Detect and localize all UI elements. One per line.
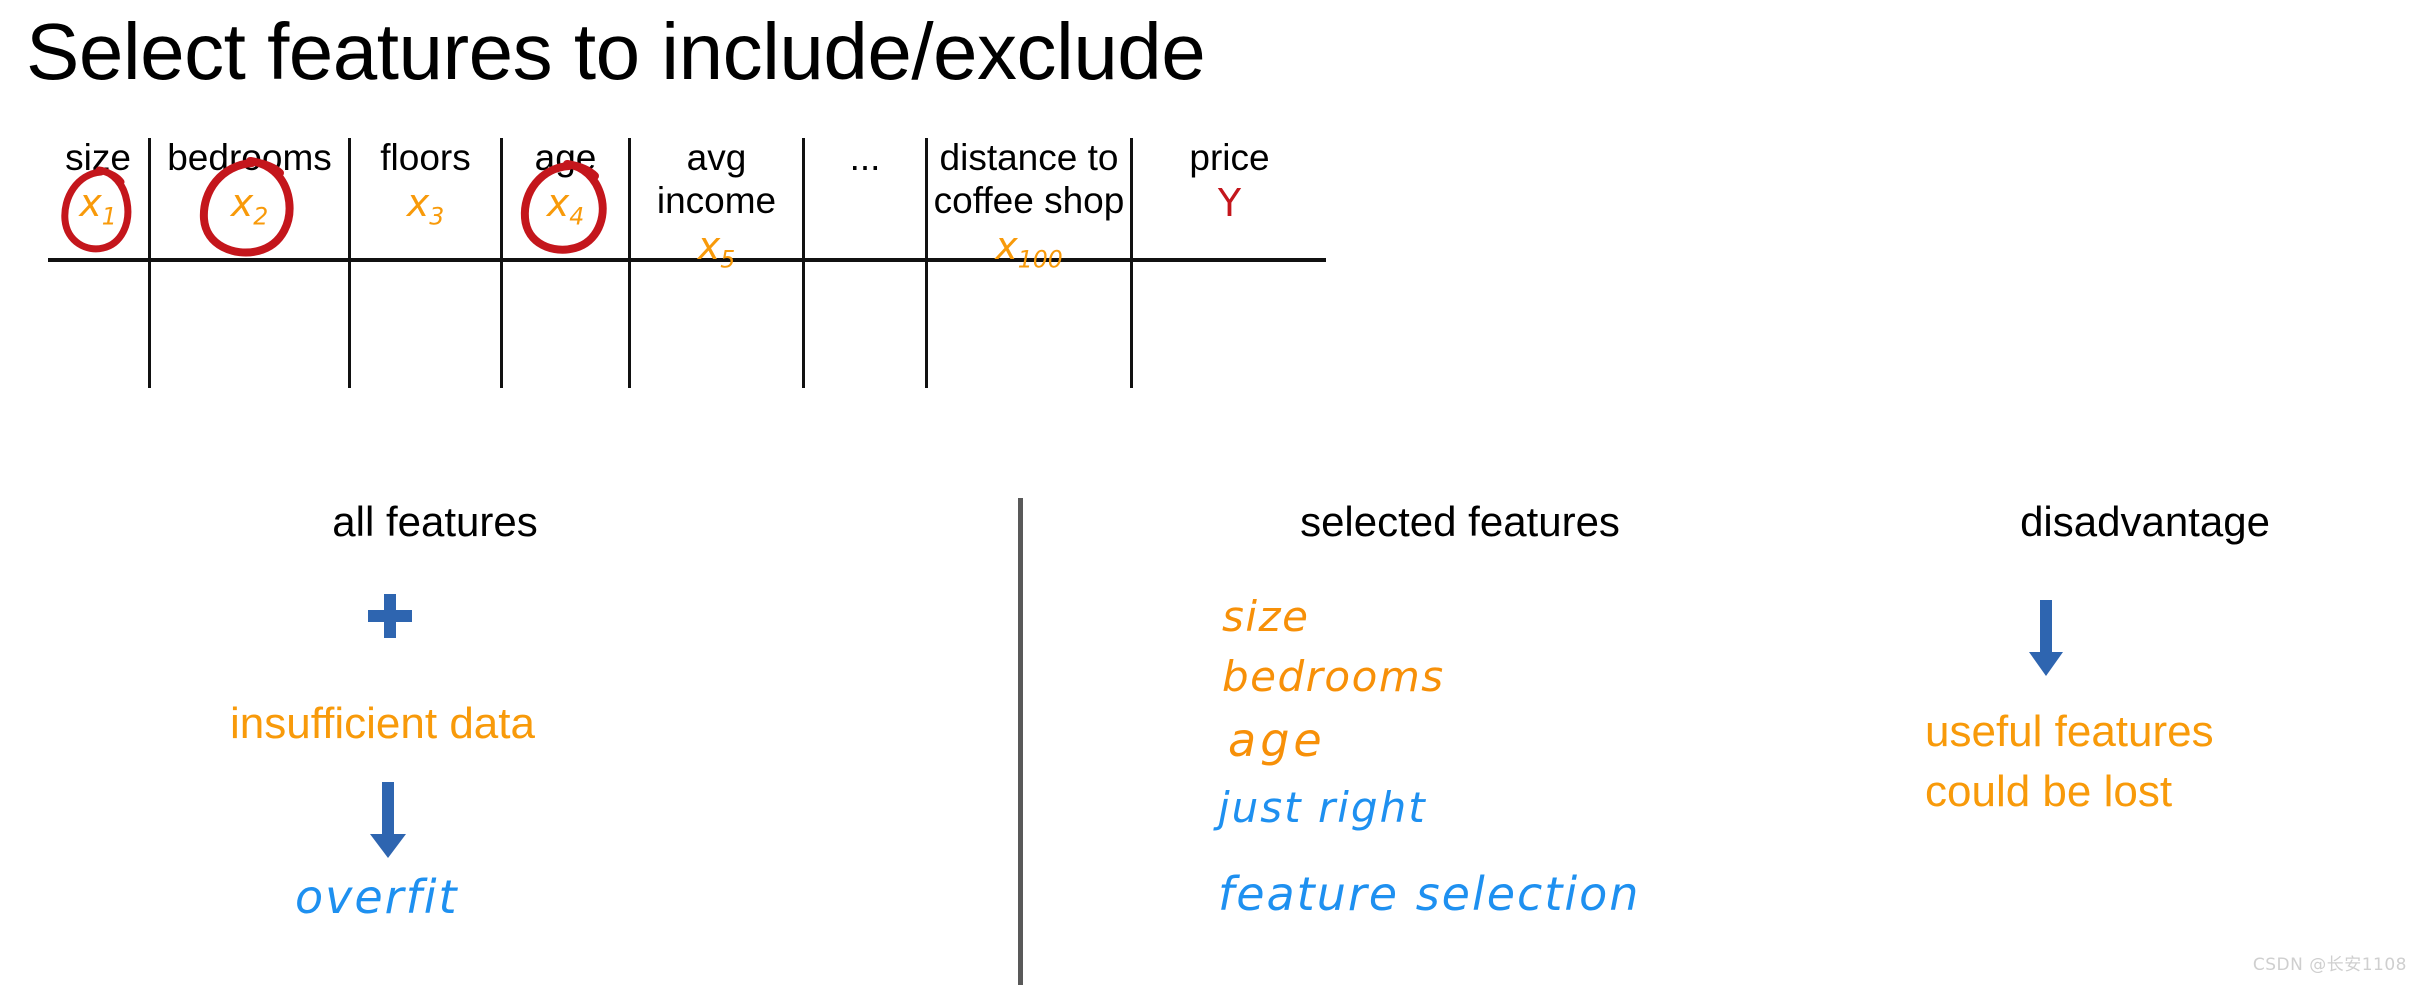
disadvantage-heading: disadvantage bbox=[2020, 498, 2270, 545]
plus-icon bbox=[368, 594, 412, 638]
useful-features-lost-line1: useful features bbox=[1925, 707, 2214, 756]
column-header-label: age bbox=[534, 137, 597, 178]
feature-table: size x1 bedrooms x2 floors x3 age x4 avg… bbox=[48, 137, 1326, 450]
variable-label: x3 bbox=[406, 181, 445, 231]
page-title: Select features to include/exclude bbox=[26, 7, 1206, 96]
selected-feature-item: bedrooms bbox=[1222, 652, 1445, 701]
insufficient-data-label: insufficient data bbox=[230, 699, 535, 748]
table-column-floors: floors x3 bbox=[351, 136, 500, 237]
variable-label: x100 bbox=[995, 224, 1063, 274]
table-column-ellipsis: ... bbox=[805, 136, 925, 179]
table-column-distance-to-coffee-shop: distance to coffee shop x100 bbox=[928, 136, 1130, 280]
selected-feature-item: size bbox=[1222, 592, 1310, 641]
variable-label: x4 bbox=[546, 181, 585, 231]
down-arrow-icon-disadvantage bbox=[2029, 600, 2063, 676]
table-column-age: age x4 bbox=[503, 136, 628, 254]
overfit-label: overfit bbox=[295, 870, 459, 924]
column-header-label: size bbox=[65, 137, 131, 178]
table-column-price: price Y bbox=[1133, 136, 1326, 223]
circled-variable-x1: x1 bbox=[61, 166, 132, 253]
useful-features-lost-line2: could be lost bbox=[1925, 767, 2173, 816]
circled-variable-x2: x2 bbox=[200, 156, 294, 257]
just-right-label: just right bbox=[1218, 783, 1427, 832]
down-arrow-icon-overfit bbox=[370, 782, 406, 858]
selected-features-heading: selected features bbox=[1300, 498, 1620, 545]
variable-label: x5 bbox=[697, 224, 736, 274]
feature-selection-label: feature selection bbox=[1218, 867, 1641, 921]
column-header-label: floors bbox=[380, 137, 471, 178]
column-header-label: price bbox=[1189, 137, 1270, 178]
watermark-label: CSDN @长安1108 bbox=[2252, 955, 2407, 975]
selected-feature-item: age bbox=[1228, 713, 1326, 767]
circled-variable-x4: x4 bbox=[521, 159, 608, 254]
column-header-label: avg income bbox=[656, 137, 777, 221]
table-column-avg-income: avg income x5 bbox=[631, 136, 802, 280]
column-header-label: distance to coffee shop bbox=[933, 137, 1125, 221]
variable-label: x2 bbox=[230, 181, 269, 231]
variable-label: x1 bbox=[79, 181, 117, 231]
column-header-label: bedrooms bbox=[167, 137, 332, 178]
section-divider bbox=[1018, 498, 1023, 985]
target-variable-label: Y bbox=[1217, 181, 1242, 225]
table-column-size: size x1 bbox=[48, 136, 148, 253]
column-header-label: ... bbox=[849, 137, 881, 178]
table-column-bedrooms: bedrooms x2 bbox=[151, 136, 348, 257]
all-features-heading: all features bbox=[332, 498, 538, 545]
